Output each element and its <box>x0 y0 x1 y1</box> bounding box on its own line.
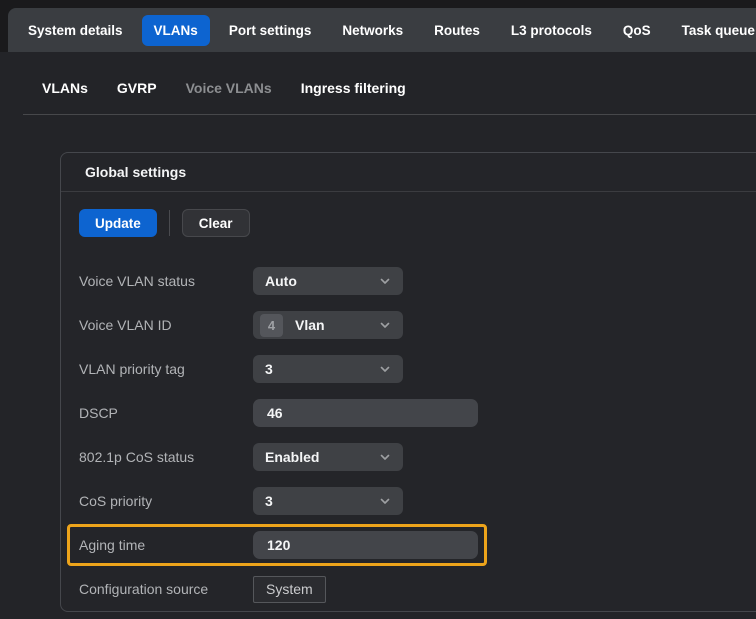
field-row-cos-priority: CoS priority 3 <box>79 487 756 515</box>
aging-time-label: Aging time <box>79 537 253 553</box>
nav-tab-port-settings[interactable]: Port settings <box>217 15 324 46</box>
nav-tab-task-queue[interactable]: Task queue <box>670 15 756 46</box>
divider <box>23 114 756 115</box>
field-row-8021p-cos-status: 802.1p CoS status Enabled <box>79 443 756 471</box>
select-value: 3 <box>265 361 379 377</box>
select-value: Vlan <box>295 317 379 333</box>
dscp-input[interactable] <box>253 399 478 427</box>
content-area: VLANs GVRP Voice VLANs Ingress filtering… <box>0 52 756 619</box>
dscp-label: DSCP <box>79 405 253 421</box>
voice-vlan-id-label: Voice VLAN ID <box>79 317 253 333</box>
cos-priority-label: CoS priority <box>79 493 253 509</box>
subnav-tab-vlans[interactable]: VLANs <box>42 80 88 96</box>
button-separator <box>169 210 170 236</box>
settings-form: Voice VLAN status Auto Voice VLAN ID 4 V… <box>79 267 756 603</box>
primary-navbar: System details VLANs Port settings Netwo… <box>8 8 756 52</box>
chevron-down-icon <box>379 363 391 375</box>
chevron-down-icon <box>379 495 391 507</box>
chevron-down-icon <box>379 275 391 287</box>
voice-vlan-status-label: Voice VLAN status <box>79 273 253 289</box>
clear-button[interactable]: Clear <box>182 209 250 237</box>
voice-vlan-status-select[interactable]: Auto <box>253 267 403 295</box>
vlan-priority-tag-select[interactable]: 3 <box>253 355 403 383</box>
secondary-navbar: VLANs GVRP Voice VLANs Ingress filtering <box>42 80 406 96</box>
update-button[interactable]: Update <box>79 209 157 237</box>
subnav-tab-voice-vlans[interactable]: Voice VLANs <box>186 80 272 96</box>
cos-status-label: 802.1p CoS status <box>79 449 253 465</box>
select-value: Enabled <box>265 449 379 465</box>
field-row-vlan-priority-tag: VLAN priority tag 3 <box>79 355 756 383</box>
chevron-down-icon <box>379 451 391 463</box>
nav-tab-vlans[interactable]: VLANs <box>142 15 210 46</box>
field-row-aging-time: Aging time <box>79 531 756 559</box>
action-buttons: Update Clear <box>79 209 756 237</box>
panel-header: Global settings <box>61 153 756 192</box>
nav-tab-routes[interactable]: Routes <box>422 15 492 46</box>
aging-time-input[interactable] <box>253 531 478 559</box>
configuration-source-label: Configuration source <box>79 581 253 597</box>
select-value: 3 <box>265 493 379 509</box>
global-settings-panel: Global settings Update Clear Voice VLAN … <box>60 152 756 612</box>
field-row-dscp: DSCP <box>79 399 756 427</box>
vlan-id-badge: 4 <box>260 314 283 337</box>
cos-status-select[interactable]: Enabled <box>253 443 403 471</box>
nav-tab-l3-protocols[interactable]: L3 protocols <box>499 15 604 46</box>
field-row-configuration-source: Configuration source System <box>79 575 756 603</box>
panel-title: Global settings <box>85 164 186 180</box>
voice-vlan-id-select[interactable]: 4 Vlan <box>253 311 403 339</box>
cos-priority-select[interactable]: 3 <box>253 487 403 515</box>
field-row-voice-vlan-status: Voice VLAN status Auto <box>79 267 756 295</box>
vlan-priority-tag-label: VLAN priority tag <box>79 361 253 377</box>
configuration-source-badge: System <box>253 576 326 603</box>
field-row-voice-vlan-id: Voice VLAN ID 4 Vlan <box>79 311 756 339</box>
nav-tab-qos[interactable]: QoS <box>611 15 663 46</box>
panel-body: Update Clear Voice VLAN status Auto Voic… <box>61 192 756 603</box>
nav-tab-system-details[interactable]: System details <box>16 15 135 46</box>
subnav-tab-gvrp[interactable]: GVRP <box>117 80 157 96</box>
nav-tab-networks[interactable]: Networks <box>330 15 415 46</box>
select-value: Auto <box>265 273 379 289</box>
subnav-tab-ingress-filtering[interactable]: Ingress filtering <box>301 80 406 96</box>
chevron-down-icon <box>379 319 391 331</box>
